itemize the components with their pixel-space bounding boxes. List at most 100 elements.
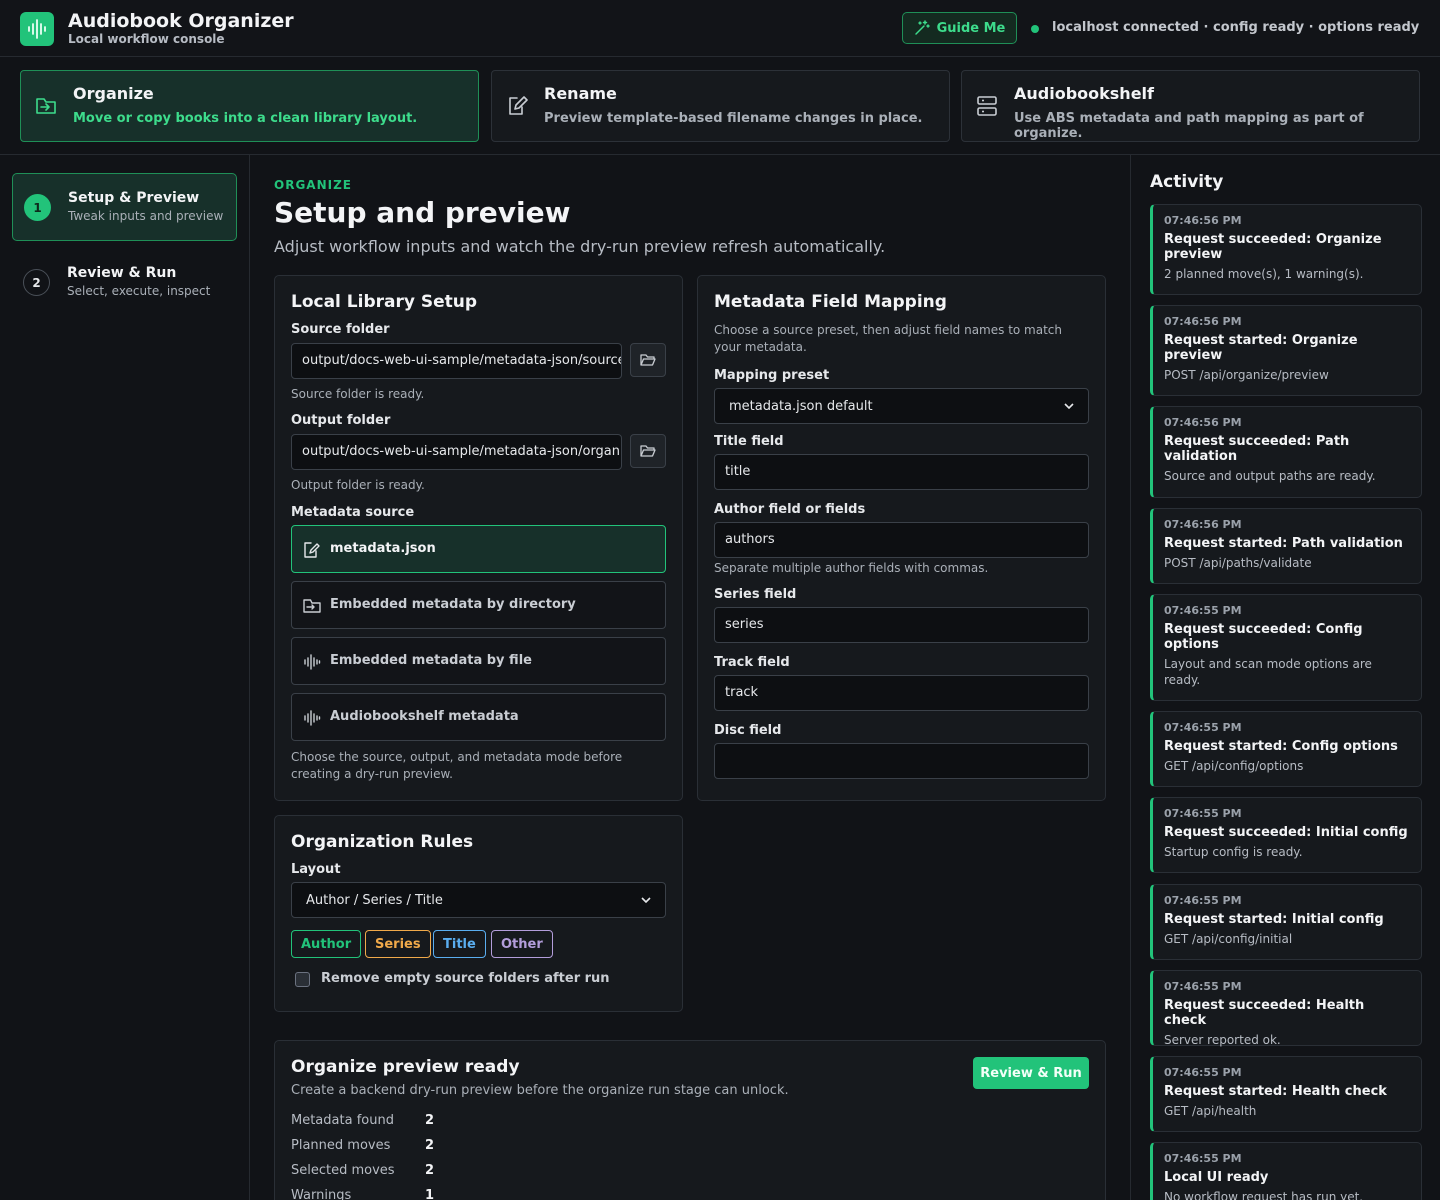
activity-heading: Request succeeded: Initial config xyxy=(1164,825,1408,840)
source-folder-input[interactable]: output/docs-web-ui-sample/metadata-json/… xyxy=(291,343,622,379)
layout-select[interactable]: Author / Series / Title xyxy=(291,882,666,918)
activity-heading: Request succeeded: Health check xyxy=(1164,998,1365,1028)
activity-heading: Request succeeded: Path validation xyxy=(1164,434,1350,464)
panel-title: Organize preview ready xyxy=(291,1057,520,1077)
mapping-preset-value: metadata.json default xyxy=(729,398,873,414)
stat-label-planned-moves: Planned moves xyxy=(291,1138,391,1153)
activity-detail: Source and output paths are ready. xyxy=(1164,469,1376,483)
activity-detail: No workflow request has run yet. xyxy=(1164,1190,1364,1200)
step-review-run[interactable]: 2 Review & Run Select, execute, inspect xyxy=(12,249,237,317)
guide-me-label: Guide Me xyxy=(936,20,1006,36)
mode-card-organize[interactable]: Organize Move or copy books into a clean… xyxy=(20,70,479,142)
output-folder-hint: Output folder is ready. xyxy=(291,478,425,492)
activity-item: 07:46:56 PM Request succeeded: Organize … xyxy=(1150,204,1422,295)
author-field-input[interactable]: authors xyxy=(714,522,1089,558)
mode-description: Preview template-based filename changes … xyxy=(544,111,923,126)
mode-card-audiobookshelf[interactable]: Audiobookshelf Use ABS metadata and path… xyxy=(961,70,1420,142)
activity-detail: Server reported ok. xyxy=(1164,1033,1281,1047)
activity-time: 07:46:55 PM xyxy=(1164,980,1242,993)
layout-chip-other[interactable]: Other xyxy=(491,930,553,958)
step-subtitle: Tweak inputs and preview xyxy=(68,209,224,223)
layout-chip-author[interactable]: Author xyxy=(291,930,362,958)
activity-item: 07:46:56 PM Request started: Organize pr… xyxy=(1150,305,1422,396)
activity-detail: 2 planned move(s), 1 warning(s). xyxy=(1164,267,1364,281)
activity-time: 07:46:55 PM xyxy=(1164,1152,1242,1165)
step-setup-preview[interactable]: 1 Setup & Preview Tweak inputs and previ… xyxy=(12,173,237,241)
edit-file-icon xyxy=(509,96,528,115)
activity-time: 07:46:55 PM xyxy=(1164,604,1242,617)
remove-empty-folders-checkbox[interactable] xyxy=(295,972,310,987)
mode-title: Audiobookshelf xyxy=(1014,84,1154,103)
browse-output-button[interactable] xyxy=(630,434,666,468)
activity-time: 07:46:56 PM xyxy=(1164,315,1242,328)
review-run-button[interactable]: Review & Run xyxy=(973,1057,1089,1089)
metadata-footer-hint: Choose the source, output, and metadata … xyxy=(291,750,623,781)
mode-title: Rename xyxy=(544,84,617,103)
title-field-input[interactable]: title xyxy=(714,454,1089,490)
title-field-label: Title field xyxy=(714,434,784,449)
step-subtitle: Select, execute, inspect xyxy=(67,284,211,298)
step-number: 2 xyxy=(23,269,50,296)
app-title: Audiobook Organizer xyxy=(68,10,294,32)
mapping-preset-label: Mapping preset xyxy=(714,368,830,383)
series-field-input[interactable]: series xyxy=(714,607,1089,643)
track-field-input[interactable]: track xyxy=(714,675,1089,711)
preview-description: Create a backend dry-run preview before … xyxy=(291,1083,789,1098)
track-field-label: Track field xyxy=(714,655,790,670)
folder-open-icon xyxy=(640,354,656,366)
mapping-preset-select[interactable]: metadata.json default xyxy=(714,388,1089,424)
activity-time: 07:46:56 PM xyxy=(1164,518,1242,531)
source-folder-hint: Source folder is ready. xyxy=(291,387,425,401)
activity-time: 07:46:56 PM xyxy=(1164,416,1242,429)
option-label: metadata.json xyxy=(330,541,436,556)
guide-me-button[interactable]: Guide Me xyxy=(902,12,1017,44)
disc-field-label: Disc field xyxy=(714,723,782,738)
metadata-option-json[interactable]: metadata.json xyxy=(291,525,666,573)
panel-title: Metadata Field Mapping xyxy=(714,292,947,312)
output-folder-input[interactable]: output/docs-web-ui-sample/metadata-json/… xyxy=(291,434,622,470)
activity-item: 07:46:55 PM Request started: Health chec… xyxy=(1150,1056,1422,1132)
activity-detail: POST /api/organize/preview xyxy=(1164,368,1329,382)
metadata-option-audiobookshelf[interactable]: Audiobookshelf metadata xyxy=(291,693,666,741)
author-field-hint: Separate multiple author fields with com… xyxy=(714,561,989,575)
panel-title: Local Library Setup xyxy=(291,292,478,312)
activity-time: 07:46:55 PM xyxy=(1164,1066,1242,1079)
local-library-setup-panel: Local Library Setup Source folder output… xyxy=(274,275,683,801)
activity-item: 07:46:55 PM Request started: Initial con… xyxy=(1150,884,1422,960)
step-title: Setup & Preview xyxy=(68,190,200,206)
stat-label-warnings: Warnings xyxy=(291,1188,352,1200)
chevron-down-icon xyxy=(641,897,651,903)
mapping-description: Choose a source preset, then adjust fiel… xyxy=(714,323,1062,354)
activity-item: 07:46:55 PM Local UI ready No workflow r… xyxy=(1150,1142,1422,1200)
mode-title: Organize xyxy=(73,84,154,103)
activity-heading: Request started: Config options xyxy=(1164,739,1398,754)
browse-source-button[interactable] xyxy=(630,343,666,377)
metadata-option-embedded-directory[interactable]: Embedded metadata by directory xyxy=(291,581,666,629)
activity-heading: Request started: Initial config xyxy=(1164,912,1384,927)
edit-file-icon xyxy=(304,542,320,558)
stat-value-metadata-found: 2 xyxy=(425,1113,435,1128)
mode-card-rename[interactable]: Rename Preview template-based filename c… xyxy=(491,70,950,142)
stat-label-metadata-found: Metadata found xyxy=(291,1113,394,1128)
layout-value: Author / Series / Title xyxy=(306,892,443,908)
activity-item: 07:46:55 PM Request succeeded: Health ch… xyxy=(1150,970,1422,1047)
activity-time: 07:46:55 PM xyxy=(1164,894,1242,907)
chevron-down-icon xyxy=(1064,403,1074,409)
disc-field-input[interactable] xyxy=(714,743,1089,779)
layout-chip-title[interactable]: Title xyxy=(433,930,486,958)
author-field-label: Author field or fields xyxy=(714,502,866,517)
stat-value-planned-moves: 2 xyxy=(425,1138,435,1153)
mode-description: Use ABS metadata and path mapping as par… xyxy=(1014,111,1364,141)
activity-panel: Activity 07:46:56 PM Request succeeded: … xyxy=(1130,155,1440,1200)
activity-detail: GET /api/config/options xyxy=(1164,759,1304,773)
organization-rules-panel: Organization Rules Layout Author / Serie… xyxy=(274,815,683,1012)
option-label: Audiobookshelf metadata xyxy=(330,709,519,724)
waveform-icon xyxy=(304,654,321,670)
workflow-steps-sidebar: 1 Setup & Preview Tweak inputs and previ… xyxy=(0,155,250,1200)
activity-item: 07:46:56 PM Request succeeded: Path vali… xyxy=(1150,406,1422,498)
metadata-option-embedded-file[interactable]: Embedded metadata by file xyxy=(291,637,666,685)
server-icon xyxy=(977,96,997,116)
activity-title: Activity xyxy=(1150,172,1224,192)
layout-chip-series[interactable]: Series xyxy=(365,930,431,958)
series-field-label: Series field xyxy=(714,587,797,602)
